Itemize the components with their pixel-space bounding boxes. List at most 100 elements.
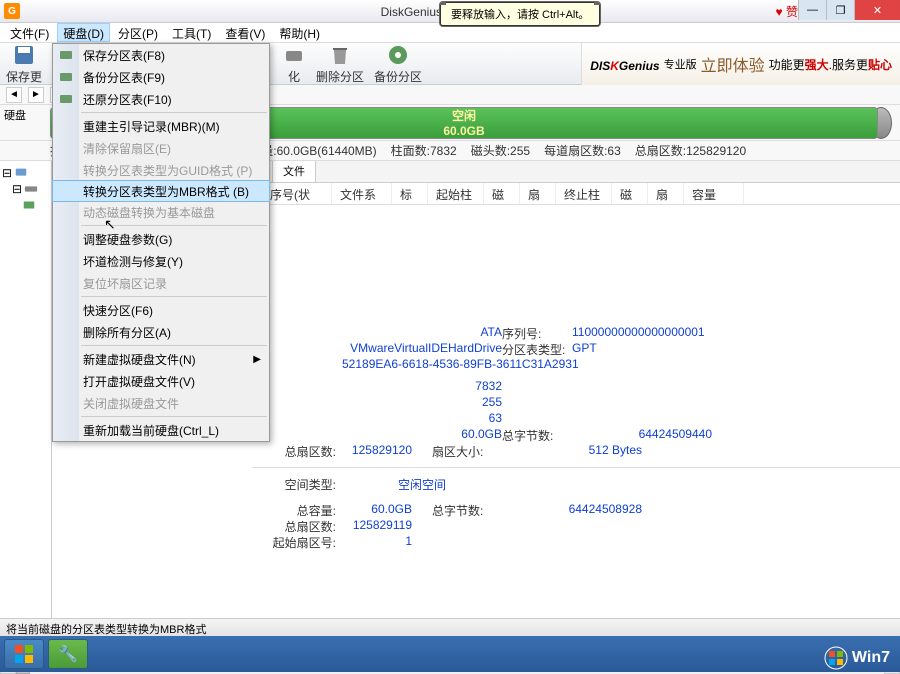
menu-item-15[interactable]: 删除所有分区(A) (53, 321, 269, 343)
menu-item-10[interactable]: 调整硬盘参数(G) (53, 228, 269, 250)
info-cylinders: 柱面数:7832 (391, 142, 457, 159)
start-button[interactable] (4, 639, 44, 669)
menu-item-14[interactable]: 快速分区(F6) (53, 299, 269, 321)
dv-head: 255 (342, 395, 502, 411)
th-fs[interactable]: 文件系统 (332, 183, 392, 204)
menu-item-0[interactable]: 保存分区表(F8) (53, 44, 269, 66)
taskbar: 🔧 Win7 (0, 636, 900, 672)
disk-bar-label: 空闲 (452, 107, 476, 124)
submenu-arrow-icon: ▶ (253, 354, 261, 365)
th-head2[interactable]: 磁头 (612, 183, 648, 204)
win7-label: Win7 (852, 649, 890, 667)
disk-tree[interactable]: ⊟ ⊟ ◄► (0, 161, 52, 618)
th-sector1[interactable]: 扇区 (520, 183, 556, 204)
menu-item-12: 复位坏扇区记录 (53, 272, 269, 294)
dl-bytes: 总字节数: (502, 427, 572, 443)
banner-slogan: 立即体验 (701, 52, 765, 76)
banner: DISKGenius 专业版 立即体验 功能更强大.服务更贴心 (581, 43, 900, 85)
menu-item-5: 清除保留扇区(E) (53, 137, 269, 159)
th-sector2[interactable]: 扇区 (648, 183, 684, 204)
banner-text: 功能更强大.服务更贴心 (769, 56, 892, 73)
close-button[interactable]: ✕ (854, 0, 900, 20)
disk-label: 硬盘 (4, 107, 26, 123)
dv-space-type: 空闲空间 (342, 476, 502, 492)
info-sectors-per-track: 每道扇区数:63 (544, 142, 621, 159)
dv-ata: ATA (342, 325, 502, 341)
dl-secsize: 扇区大小: (412, 443, 502, 459)
menu-item-17[interactable]: 新建虚拟硬盘文件(N)▶ (53, 348, 269, 370)
dv-startsec: 1 (342, 534, 412, 550)
nav-back-button[interactable]: ◄ (6, 87, 22, 103)
save-label: 保存更 (6, 68, 42, 85)
menu-item-1[interactable]: 备份分区表(F9) (53, 66, 269, 88)
watermark: Win7 (824, 646, 890, 670)
format-button[interactable]: 化 (282, 43, 306, 85)
win7-flag-icon (824, 646, 848, 670)
tree-partition[interactable] (2, 197, 49, 213)
maximize-button[interactable]: ❐ (826, 0, 854, 20)
dv-guid: 52189EA6-6618-4536-89FB-3611C31A2931 (342, 357, 602, 373)
backup-label: 备份分区 (374, 68, 422, 85)
dv-totbytes: 64424508928 (502, 502, 642, 518)
menu-icon (58, 69, 74, 85)
menu-icon (58, 47, 74, 63)
menu-partition[interactable]: 分区(P) (112, 23, 164, 42)
dv-cyl: 7832 (342, 379, 502, 395)
menu-disk[interactable]: 硬盘(D) (57, 23, 110, 42)
wrench-icon: 🔧 (58, 644, 78, 664)
partition-icon (22, 198, 36, 212)
dl-space-type: 空间类型: (252, 476, 342, 492)
menu-help[interactable]: 帮助(H) (273, 23, 326, 42)
dv-model: VMwareVirtualIDEHardDrive (342, 341, 502, 357)
menu-item-6: 转换分区表类型为GUID格式 (P) (53, 159, 269, 181)
dv-pttype: GPT (572, 341, 752, 357)
menu-item-2[interactable]: 还原分区表(F10) (53, 88, 269, 110)
nav-forward-button[interactable]: ► (28, 87, 44, 103)
info-heads: 磁头数:255 (471, 142, 530, 159)
banner-logo: DISKGenius (590, 54, 659, 75)
tree-disk[interactable]: ⊟ (2, 181, 49, 197)
dl-totbytes: 总字节数: (412, 502, 502, 518)
release-input-tooltip: 要释放输入，请按 Ctrl+Alt。 (440, 2, 600, 26)
menu-tools[interactable]: 工具(T) (166, 23, 217, 42)
menu-file[interactable]: 文件(F) (4, 23, 55, 42)
trash-icon (328, 43, 352, 67)
menu-view[interactable]: 查看(V) (219, 23, 271, 42)
menu-item-11[interactable]: 坏道检测与修复(Y) (53, 250, 269, 272)
minimize-button[interactable]: — (798, 0, 826, 20)
menubar: 文件(F) 硬盘(D) 分区(P) 工具(T) 查看(V) 帮助(H) (0, 23, 900, 43)
delete-partition-button[interactable]: 删除分区 (316, 43, 364, 85)
backup-partition-button[interactable]: 备份分区 (374, 43, 422, 85)
dv-totsec2: 125829119 (342, 518, 412, 534)
disk-bar-size: 60.0GB (443, 124, 484, 138)
th-end-cyl[interactable]: 终止柱面 (556, 183, 612, 204)
save-button[interactable]: 保存更 (6, 43, 42, 85)
menu-item-4[interactable]: 重建主引导记录(MBR)(M) (53, 115, 269, 137)
tab-files[interactable]: 文件 (272, 161, 316, 182)
computer-icon (14, 166, 28, 180)
th-head1[interactable]: 磁头 (484, 183, 520, 204)
menu-item-19: 关闭虚拟硬盘文件 (53, 392, 269, 414)
tree-root[interactable]: ⊟ (2, 165, 49, 181)
menu-item-18[interactable]: 打开虚拟硬盘文件(V) (53, 370, 269, 392)
delete-label: 删除分区 (316, 68, 364, 85)
th-flag[interactable]: 标识 (392, 183, 428, 204)
dv-totsec: 125829120 (342, 443, 412, 459)
statusbar: 将当前磁盘的分区表类型转换为MBR格式 (0, 618, 900, 636)
format-icon (282, 43, 306, 67)
dv-secsize: 512 Bytes (502, 443, 642, 459)
backup-icon (386, 43, 410, 67)
menu-item-7[interactable]: 转换分区表类型为MBR格式 (B) (52, 180, 270, 202)
th-index[interactable]: 序号(状态) (262, 183, 332, 204)
windows-icon (14, 644, 34, 664)
th-start-cyl[interactable]: 起始柱面 (428, 183, 484, 204)
dv-cap: 60.0GB (342, 427, 502, 443)
info-total-sectors: 总扇区数:125829120 (635, 142, 746, 159)
task-app-button[interactable]: 🔧 (48, 639, 88, 669)
dl-startsec: 起始扇区号: (252, 534, 342, 550)
format-label: 化 (288, 68, 300, 85)
menu-item-21[interactable]: 重新加载当前硬盘(Ctrl_L) (53, 419, 269, 441)
dv-totcap: 60.0GB (342, 502, 412, 518)
th-capacity[interactable]: 容量 (684, 183, 744, 204)
dl-pttype: 分区表类型: (502, 341, 572, 357)
